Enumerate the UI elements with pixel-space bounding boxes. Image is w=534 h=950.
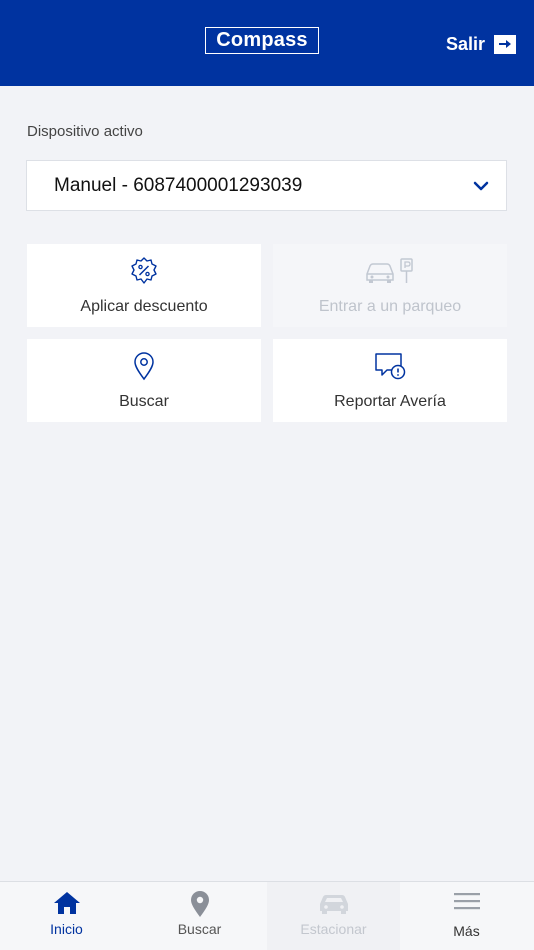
chevron-down-icon	[472, 177, 490, 200]
report-breakdown-label: Reportar Avería	[334, 393, 446, 410]
tab-buscar[interactable]: Buscar	[133, 882, 266, 950]
device-selected-value: Manuel - 6087400001293039	[54, 174, 303, 196]
search-button[interactable]: Buscar	[27, 339, 261, 422]
apply-discount-label: Aplicar descuento	[80, 298, 208, 315]
map-pin-icon	[27, 351, 261, 381]
device-selector[interactable]: Manuel - 6087400001293039	[26, 160, 507, 211]
tab-estacionar[interactable]: Estacionar	[267, 882, 400, 950]
tab-buscar-label: Buscar	[177, 921, 222, 937]
tab-inicio[interactable]: Inicio	[0, 882, 133, 950]
bottom-tab-bar: Inicio Buscar Estacionar Más	[0, 881, 534, 950]
tab-mas-label: Más	[453, 923, 480, 939]
search-label: Buscar	[119, 393, 169, 410]
report-breakdown-button[interactable]: Reportar Avería	[273, 339, 507, 422]
map-pin-icon	[133, 890, 266, 918]
home-icon	[0, 890, 133, 918]
logout-button[interactable]: Salir	[446, 33, 516, 55]
car-icon	[267, 890, 400, 918]
app-header: Compass Salir	[0, 0, 534, 86]
enter-parking-label: Entrar a un parqueo	[318, 298, 462, 315]
report-alert-icon	[273, 351, 507, 381]
menu-icon	[400, 890, 533, 918]
enter-parking-button[interactable]: Entrar a un parqueo	[273, 244, 507, 327]
arrow-right-box-icon	[494, 34, 516, 54]
tab-mas[interactable]: Más	[400, 882, 533, 950]
logout-label: Salir	[445, 33, 485, 54]
discount-badge-icon	[27, 256, 261, 286]
compass-logo: Compass	[205, 27, 319, 54]
apply-discount-button[interactable]: Aplicar descuento	[27, 244, 261, 327]
car-parking-icon	[273, 256, 507, 286]
tab-estacionar-label: Estacionar	[300, 921, 367, 937]
tab-inicio-label: Inicio	[50, 921, 83, 937]
device-label: Dispositivo activo	[27, 123, 143, 140]
